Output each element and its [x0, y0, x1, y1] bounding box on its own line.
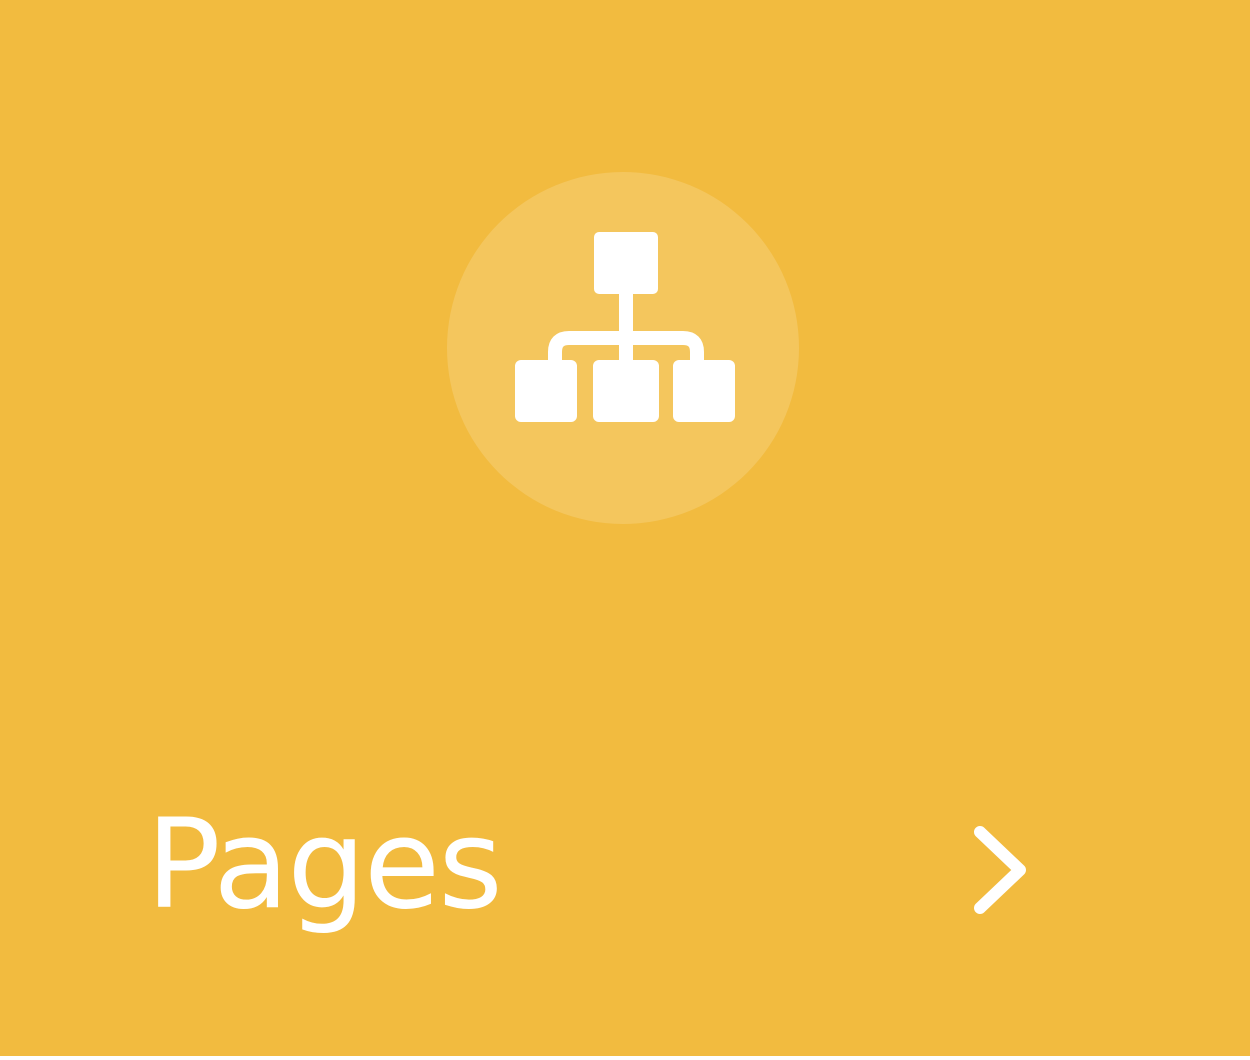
sitemap-icon — [515, 232, 735, 422]
pages-tile[interactable]: Pages — [0, 0, 1250, 1056]
tile-label: Pages — [146, 793, 503, 937]
chevron-right-icon — [960, 820, 1040, 920]
sitemap-icon-badge — [447, 172, 799, 524]
